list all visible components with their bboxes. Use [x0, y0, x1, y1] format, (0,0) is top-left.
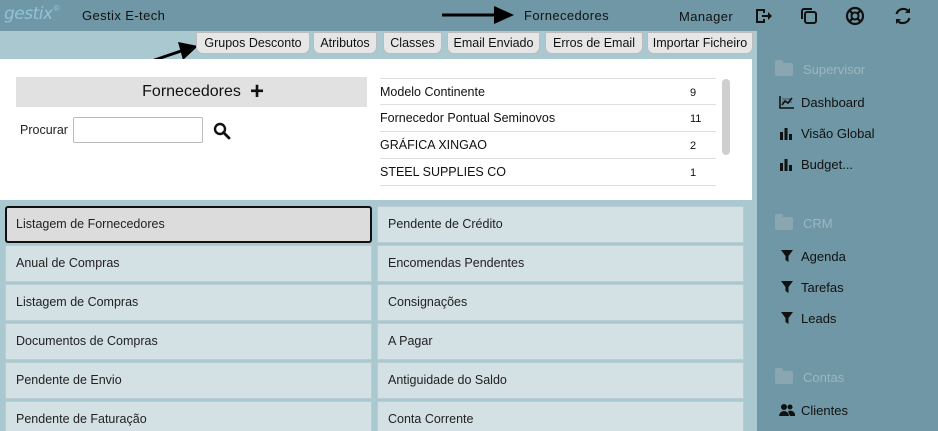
pendente-envio-button[interactable]: Pendente de Envio: [5, 362, 372, 399]
dashboard-chart-icon: [779, 95, 794, 109]
company-name: Gestix E-tech: [82, 8, 166, 23]
section-title: Contas: [803, 370, 845, 385]
help-lifebuoy-icon[interactable]: [845, 6, 865, 26]
folder-icon: [775, 60, 793, 77]
listagem-fornecedores-button[interactable]: Listagem de Fornecedores: [5, 206, 372, 243]
search-input[interactable]: [73, 117, 203, 143]
sidebar: Supervisor Dashboard Visão Global Budget…: [757, 31, 938, 431]
bar-chart-icon: [780, 158, 792, 171]
list-item[interactable]: Modelo Continente 9: [380, 78, 716, 105]
list-item[interactable]: GRÁFICA XINGAO 2: [380, 132, 716, 159]
sidebar-item-label: Leads: [801, 311, 837, 326]
windows-icon[interactable]: [799, 6, 819, 26]
sidebar-item-label: Visão Global: [801, 126, 875, 141]
recent-suppliers-list: Modelo Continente 9 Fornecedor Pontual Se…: [380, 78, 716, 186]
tab-erros-de-email[interactable]: Erros de Email: [545, 32, 643, 54]
supplier-panel: Fornecedores + Procurar Modelo Continent…: [0, 59, 752, 200]
users-icon: [779, 403, 795, 416]
sidebar-item-label: Tarefas: [801, 280, 844, 295]
arrow-annotation-icon: [442, 6, 514, 24]
sidebar-section-crm[interactable]: CRM: [775, 214, 833, 231]
a-pagar-button[interactable]: A Pagar: [377, 323, 744, 360]
sidebar-item-dashboard[interactable]: Dashboard: [779, 95, 865, 111]
filter-icon: [781, 311, 793, 324]
consignacoes-button[interactable]: Consignações: [377, 284, 744, 321]
tab-importar-ficheiro[interactable]: Importar Ficheiro: [647, 32, 753, 54]
gestix-logo[interactable]: gestix®: [4, 4, 61, 24]
supplier-name: STEEL SUPPLIES CO: [380, 165, 506, 179]
encomendas-pendentes-button[interactable]: Encomendas Pendentes: [377, 245, 744, 282]
sidebar-item-label: Agenda: [801, 249, 846, 264]
sidebar-item-leads[interactable]: Leads: [779, 311, 836, 327]
suppliers-header: Fornecedores +: [16, 77, 367, 107]
add-supplier-button[interactable]: +: [250, 80, 264, 104]
listagem-compras-button[interactable]: Listagem de Compras: [5, 284, 372, 321]
page-title: Fornecedores: [524, 8, 610, 23]
scrollbar[interactable]: [722, 79, 730, 155]
sidebar-item-tarefas[interactable]: Tarefas: [779, 280, 844, 296]
sidebar-section-supervisor[interactable]: Supervisor: [775, 60, 866, 77]
search-label: Procurar: [20, 123, 68, 137]
antiguidade-saldo-button[interactable]: Antiguidade do Saldo: [377, 362, 744, 399]
search-icon[interactable]: [213, 122, 231, 140]
tab-classes[interactable]: Classes: [383, 32, 442, 54]
supplier-count: 2: [690, 140, 697, 152]
sidebar-item-label: Clientes: [801, 403, 848, 418]
tab-atributos[interactable]: Atributos: [313, 32, 377, 54]
filter-icon: [781, 280, 793, 293]
pendente-credito-button[interactable]: Pendente de Crédito: [377, 206, 744, 243]
sidebar-item-agenda[interactable]: Agenda: [779, 249, 846, 265]
list-item[interactable]: STEEL SUPPLIES CO 1: [380, 159, 716, 186]
pendente-faturacao-button[interactable]: Pendente de Faturação: [5, 401, 372, 431]
sidebar-item-label: Budget...: [801, 157, 854, 172]
sidebar-item-clientes[interactable]: Clientes: [779, 403, 848, 419]
documentos-compras-button[interactable]: Documentos de Compras: [5, 323, 372, 360]
bar-chart-icon: [780, 127, 792, 140]
section-title: Supervisor: [803, 62, 866, 77]
filter-icon: [781, 249, 793, 262]
sidebar-item-visao-global[interactable]: Visão Global: [779, 126, 874, 142]
conta-corrente-button[interactable]: Conta Corrente: [377, 401, 744, 431]
suppliers-title: Fornecedores: [142, 83, 241, 100]
logout-icon[interactable]: [753, 6, 773, 26]
folder-icon: [775, 214, 793, 231]
sidebar-item-label: Dashboard: [801, 95, 865, 110]
refresh-icon[interactable]: [893, 6, 913, 26]
section-title: CRM: [803, 216, 833, 231]
tab-grupos-desconto[interactable]: Grupos Desconto: [196, 32, 310, 54]
anual-compras-button[interactable]: Anual de Compras: [5, 245, 372, 282]
folder-icon: [775, 368, 793, 385]
supplier-name: Modelo Continente: [380, 85, 485, 99]
supplier-count: 11: [690, 113, 702, 125]
tab-email-enviado[interactable]: Email Enviado: [447, 32, 540, 54]
supplier-count: 1: [690, 167, 697, 179]
supplier-name: Fornecedor Pontual Seminovos: [380, 111, 556, 125]
supplier-count: 9: [690, 87, 697, 99]
supplier-name: GRÁFICA XINGAO: [380, 138, 487, 152]
sidebar-item-budget[interactable]: Budget...: [779, 157, 853, 173]
list-item[interactable]: Fornecedor Pontual Seminovos 11: [380, 105, 716, 132]
sidebar-section-contas[interactable]: Contas: [775, 368, 845, 385]
user-name[interactable]: Manager: [679, 9, 733, 24]
